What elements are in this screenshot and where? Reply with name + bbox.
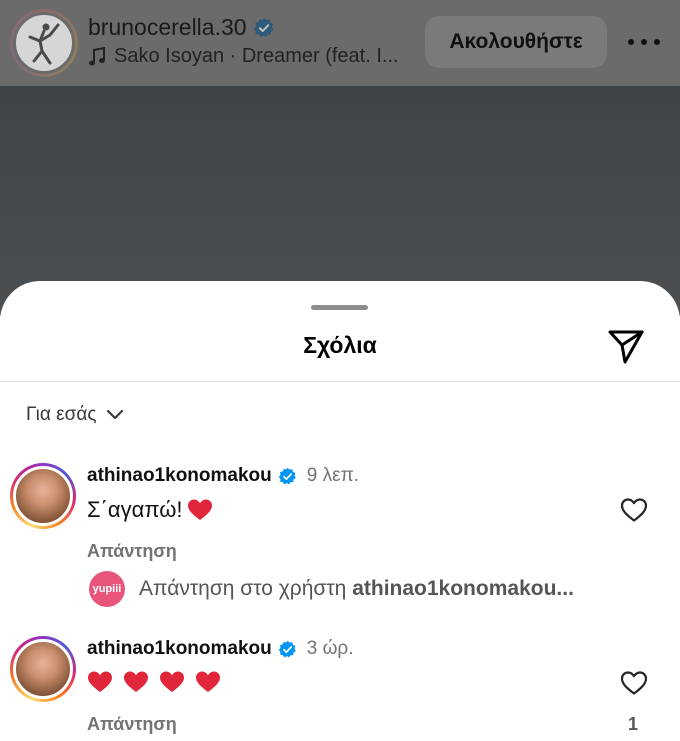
post-header: brunocerella.30 Sako Isoyan · Dreamer (f… (0, 0, 680, 86)
sort-selector[interactable]: Για εσάς (26, 404, 124, 426)
music-note-icon (89, 46, 105, 65)
chevron-down-icon (107, 409, 124, 420)
red-heart-emoji-icon (160, 671, 184, 692)
post-username-text: brunocerella.30 (88, 14, 247, 40)
red-heart-emoji-icon (187, 499, 212, 520)
comment-avatar[interactable] (10, 463, 76, 529)
reply-prompt-target: athinao1konomakou... (352, 577, 574, 600)
reply-prompt[interactable]: yupiii Απάντηση στο χρήστη athinao1konom… (89, 571, 574, 607)
reply-button[interactable]: Απάντηση (87, 541, 177, 562)
comment-time: 9 λεπ. (306, 465, 359, 486)
more-options-button[interactable] (624, 24, 664, 60)
sheet-grabber[interactable] (311, 305, 368, 310)
like-count[interactable]: 1 (628, 714, 638, 735)
reply-prompt-text: Απάντηση στο χρήστη athinao1konomakou... (139, 577, 574, 601)
more-dot (654, 39, 660, 45)
send-icon[interactable] (605, 325, 647, 367)
heart-outline-icon[interactable] (620, 670, 648, 696)
post-music[interactable]: Sako Isoyan · Dreamer (feat. I... (88, 45, 399, 68)
reply-button[interactable]: Απάντηση (87, 714, 177, 735)
more-dot (628, 39, 634, 45)
post-music-text: Sako Isoyan · Dreamer (feat. I... (114, 45, 399, 67)
comment-header: athinao1konomakou 9 λεπ. (87, 465, 359, 487)
more-dot (641, 39, 647, 45)
comment-text: Σ΄αγαπώ! (87, 497, 213, 523)
verified-badge-icon (253, 17, 274, 37)
comment-header: athinao1konomakou 3 ώρ. (87, 638, 354, 660)
red-heart-emoji-icon (88, 671, 112, 692)
sheet-divider (0, 381, 680, 382)
comment-username[interactable]: athinao1konomakou (87, 465, 272, 487)
follow-button[interactable]: Ακολουθήστε (425, 16, 607, 68)
jumpman-logo-icon (28, 23, 60, 65)
comment-time: 3 ώρ. (306, 638, 354, 659)
sort-label: Για εσάς (26, 404, 97, 425)
sheet-title: Σχόλια (303, 332, 377, 358)
red-heart-emoji-icon (124, 671, 148, 692)
comment-item: athinao1konomakou 3 ώρ. Απάντηση 1 (0, 636, 680, 741)
verified-badge-icon (278, 467, 296, 484)
comment-text (87, 670, 221, 694)
comment-username[interactable]: athinao1konomakou (87, 638, 272, 660)
post-username[interactable]: brunocerella.30 (88, 14, 275, 41)
reply-prompt-prefix: Απάντηση στο χρήστη (139, 577, 347, 600)
verified-badge-icon (278, 640, 296, 657)
comment-text-content: Σ΄αγαπώ! (87, 497, 183, 522)
post-avatar[interactable] (10, 9, 78, 77)
comment-avatar[interactable] (10, 636, 76, 702)
red-heart-emoji-icon (196, 671, 220, 692)
heart-outline-icon[interactable] (620, 497, 648, 523)
current-user-avatar: yupiii (89, 571, 125, 607)
